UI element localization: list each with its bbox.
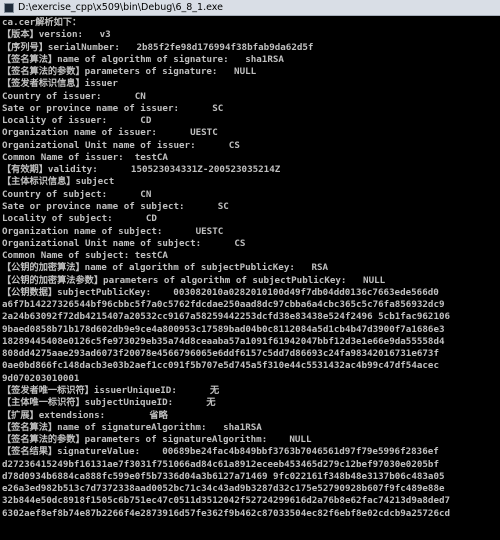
console-line: ca.cer解析如下： [2, 17, 82, 28]
console-line: 32b844e50dc8918f1505c6b751ec47c0511d3512… [2, 495, 451, 507]
console-line: 【签名结果】signatureValue: 00689be24fac4b849b… [2, 446, 439, 458]
console-line: 【公钥的加密算法】name of algorithm of subjectPub… [2, 262, 329, 274]
console-line: 【签发者标识信息】issuer [2, 78, 118, 90]
console-line: Organization name of subject: UESTC [2, 225, 224, 237]
console-output[interactable]: ca.cer解析如下： 【版本】version: v3 【序列号】serialN… [0, 16, 500, 540]
console-line: Sate or province name of issuer: SC [2, 102, 224, 114]
console-line: 9d070203010001 [2, 372, 80, 384]
console-line: 2a24b63092f72db4215407a20532cc9167a58259… [2, 311, 451, 323]
console-line: Locality of subject: CD [2, 213, 157, 225]
console-line: 【主体标识信息】subject [2, 176, 115, 188]
console-line: Locality of issuer: CD [2, 115, 152, 127]
window-title: D:\exercise_cpp\x509\bin\Debug\6_8_1.exe [18, 2, 223, 13]
console-line: d27236415249bf16131ae7f3031f751066ad84c6… [2, 458, 439, 470]
console-line: Common Name of issuer: testCA [2, 151, 168, 163]
console-line: 【签名算法的参数】parameters of signature: NULL [2, 66, 257, 78]
console-line: 【有效期】validity: 150523034331Z-20052303521… [2, 164, 281, 176]
console-line: 【版本】version: v3 [2, 29, 111, 41]
console-line: Common Name of subject: testCA [2, 250, 168, 262]
console-line: Country of subject: CN [2, 188, 152, 200]
console-line: 【签名算法】name of signatureAlgorithm: sha1RS… [2, 421, 262, 433]
console-line: Organizational Unit name of subject: CS [2, 237, 246, 249]
console-line: 【主体唯一标识符】subjectUniqueID: 无 [2, 397, 216, 409]
console-line: 18289445408e0126c5fe973029eb35a74d8ceaab… [2, 335, 445, 347]
console-line: 【公钥数据】subjectPublicKey: 003082010a028201… [2, 286, 439, 298]
console-line: Sate or province name of subject: SC [2, 200, 229, 212]
console-line: 0ae0bd866fc148dacb3e03b2aef1cc091f5b707e… [2, 360, 439, 372]
title-bar[interactable]: D:\exercise_cpp\x509\bin\Debug\6_8_1.exe [0, 0, 500, 16]
console-line: 【签名算法的参数】parameters of signatureAlgorith… [2, 434, 312, 446]
console-window: D:\exercise_cpp\x509\bin\Debug\6_8_1.exe… [0, 0, 500, 540]
console-line: 【签发者唯一标识符】issuerUniqueID: 无 [2, 384, 220, 396]
console-line: 6302aef8ef8b74e87b2266f4e2873916d57fe362… [2, 507, 451, 519]
console-line: 【扩展】extendsions: 省略 [2, 409, 168, 421]
console-line: Country of issuer: CN [2, 90, 146, 102]
console-line: 【公钥的加密算法参数】parameters of algorithm of su… [2, 274, 386, 286]
console-line: e26a3ed982b513c7d7372338aad0052bc71c34c4… [2, 483, 445, 495]
console-line: a6f7b14227326544bf96cbbc5f7a0c5762fdcdae… [2, 299, 445, 311]
console-line: 9baed0858b71b178d602db9e9ce4a800953c1758… [2, 323, 445, 335]
console-line: 808dd4275aae293ad6073f20078e4566796065e6… [2, 348, 439, 360]
console-app-icon [4, 2, 14, 13]
console-line: Organization name of issuer: UESTC [2, 127, 218, 139]
console-line: 【序列号】serialNumber: 2b85f2fe98d176994f38b… [2, 41, 314, 53]
console-line: 【签名算法】name of algorithm of signature: sh… [2, 53, 284, 65]
console-line: d78d0934b6884ca888fc599e0f5b7336d04a3b61… [2, 470, 445, 482]
console-line: Organizational Unit name of issuer: CS [2, 139, 240, 151]
